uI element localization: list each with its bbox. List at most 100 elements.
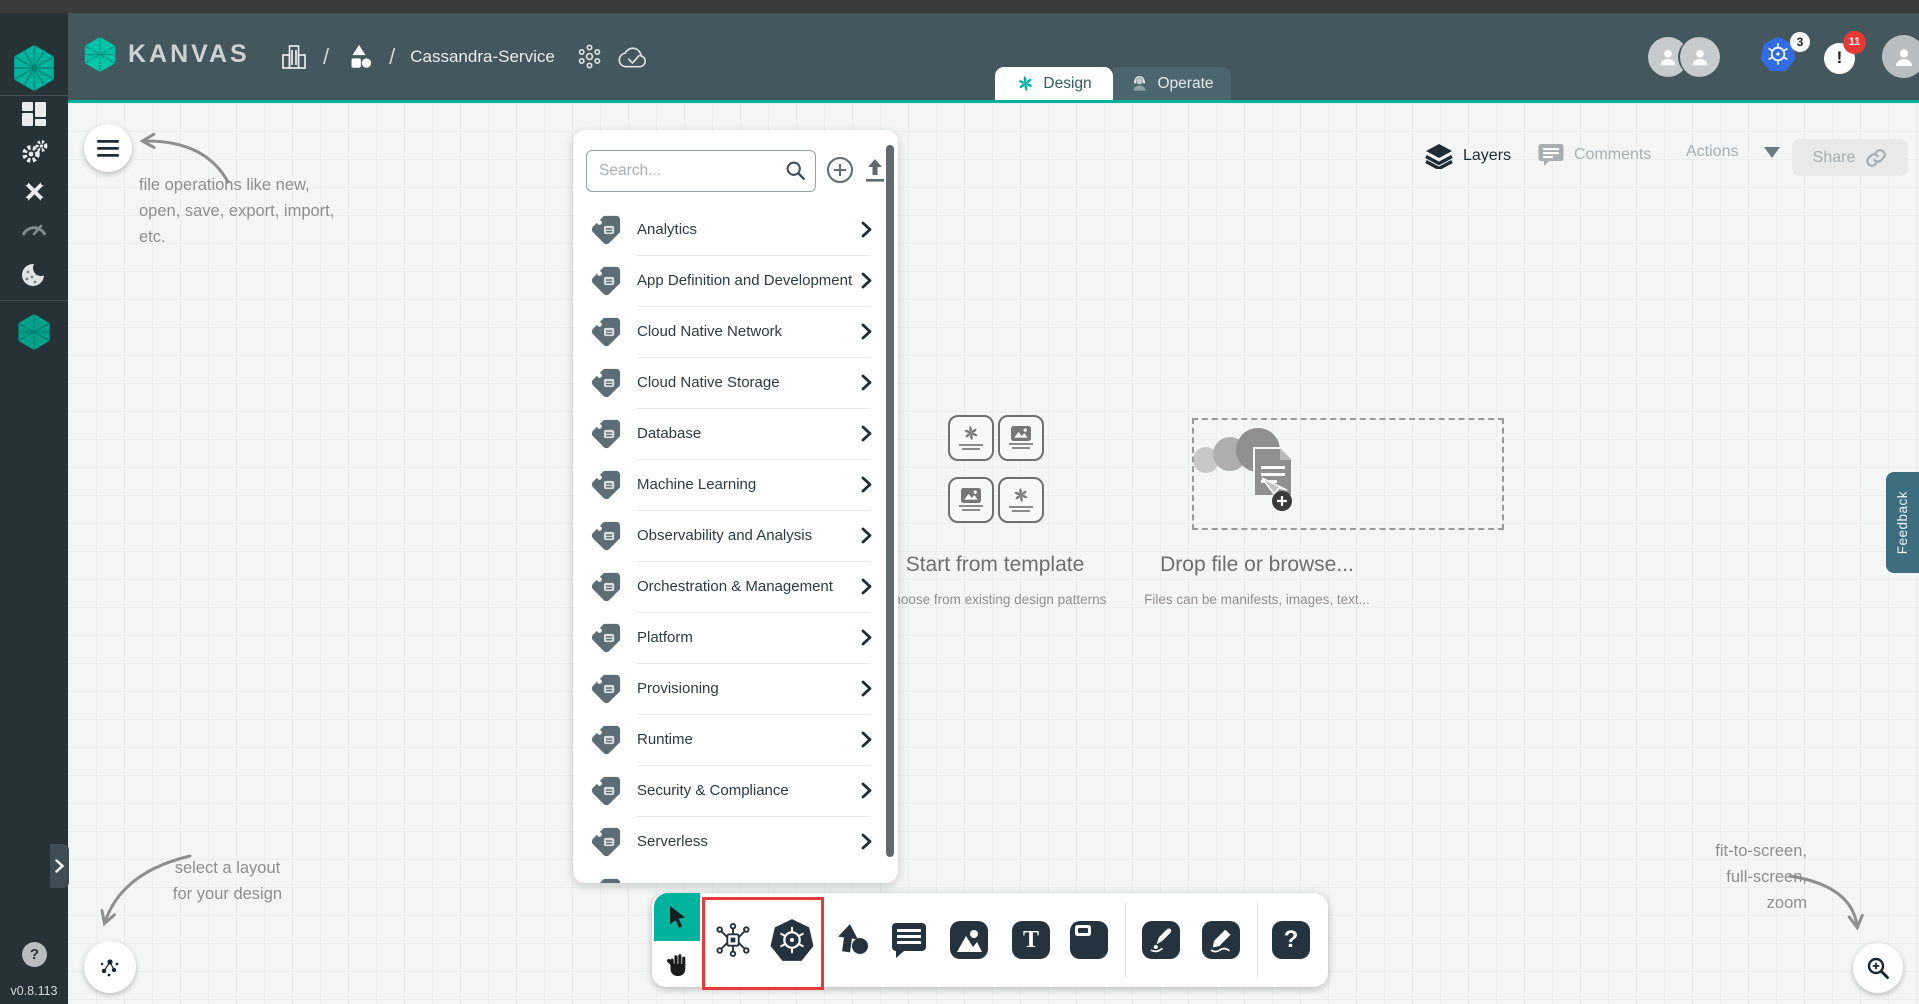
category-label: Cloud Native Network xyxy=(637,323,782,340)
drop-file-zone[interactable] xyxy=(1192,418,1504,530)
category-row[interactable]: Machine Learning xyxy=(573,459,898,510)
collaborator-avatar[interactable] xyxy=(1678,37,1720,77)
category-row[interactable]: Observability and Analysis xyxy=(573,510,898,561)
component-search-panel: Analytics App Definition and Development xyxy=(573,130,898,883)
image-icon xyxy=(1011,426,1031,441)
category-row[interactable]: App Definition and Development xyxy=(573,255,898,306)
category-row[interactable]: Serverless xyxy=(573,816,898,867)
category-row[interactable]: Provisioning xyxy=(573,663,898,714)
template-card-design[interactable] xyxy=(998,477,1044,523)
notification-count-badge: 11 xyxy=(1843,31,1866,54)
comments-toggle[interactable]: Comments xyxy=(1538,143,1651,167)
sidebar-item-performance[interactable] xyxy=(0,218,68,238)
category-label: Platform xyxy=(637,629,693,646)
help-tool[interactable]: ? xyxy=(1272,921,1310,959)
template-card-image[interactable] xyxy=(998,415,1044,461)
search-input[interactable] xyxy=(597,151,781,191)
wrenches-icon xyxy=(21,178,48,205)
link-icon xyxy=(1865,147,1887,169)
comment-tool[interactable] xyxy=(890,921,928,964)
category-label: Security & Compliance xyxy=(637,782,789,799)
sidebar-item-extensions[interactable] xyxy=(0,259,68,289)
notifications-button[interactable]: ! 11 xyxy=(1824,37,1858,77)
share-button[interactable]: Share xyxy=(1792,139,1908,176)
extensions-icon xyxy=(19,259,49,289)
toolbar-divider xyxy=(1125,903,1126,977)
image-icon xyxy=(961,488,981,503)
person-icon xyxy=(1689,46,1711,68)
category-row[interactable]: Database xyxy=(573,408,898,459)
category-row[interactable]: Runtime xyxy=(573,714,898,765)
add-component-icon[interactable] xyxy=(826,156,854,184)
designs-icon[interactable] xyxy=(344,43,374,71)
layout-select-button[interactable] xyxy=(84,941,136,993)
drop-file-title[interactable]: Drop file or browse... xyxy=(1127,553,1387,577)
template-card-image[interactable] xyxy=(948,477,994,523)
collaborator-avatars[interactable] xyxy=(1648,37,1720,77)
tab-design[interactable]: Design xyxy=(995,67,1113,100)
design-pinwheel-icon xyxy=(1016,74,1035,93)
pen-tool[interactable] xyxy=(1142,921,1180,959)
category-row[interactable]: Analytics xyxy=(573,204,898,255)
meshery-logo[interactable] xyxy=(0,45,68,91)
panel-scrollbar[interactable] xyxy=(886,145,894,857)
drop-file-subtitle: Files can be manifests, images, text... xyxy=(1107,592,1407,607)
sidebar-item-kanvas[interactable] xyxy=(0,314,68,350)
zoom-in-icon xyxy=(1866,956,1890,980)
organization-icon[interactable] xyxy=(280,43,308,71)
pan-tool[interactable] xyxy=(654,941,700,987)
drop-file-illustration xyxy=(1194,420,1502,528)
help-glyph: ? xyxy=(30,946,39,963)
start-from-template-title[interactable]: Start from template xyxy=(865,553,1125,577)
zoom-button[interactable] xyxy=(1853,943,1903,993)
chevron-right-icon xyxy=(55,859,64,873)
design-name[interactable]: Cassandra-Service xyxy=(410,47,555,67)
note-tool[interactable] xyxy=(1070,921,1108,959)
chevron-right-icon xyxy=(861,221,872,238)
tab-operate[interactable]: Operate xyxy=(1113,67,1231,100)
category-tag-icon xyxy=(589,263,624,298)
feedback-tab[interactable]: Feedback xyxy=(1886,472,1919,573)
actions-dropdown[interactable]: Actions xyxy=(1686,143,1780,161)
pencil-tool[interactable] xyxy=(1202,921,1240,959)
pencil-icon xyxy=(1208,927,1234,953)
file-menu-button[interactable] xyxy=(84,124,132,172)
user-avatar[interactable] xyxy=(1882,35,1919,78)
shapes-icon xyxy=(834,922,870,958)
shapes-tool[interactable] xyxy=(833,921,871,959)
category-row[interactable]: Platform xyxy=(573,612,898,663)
sidebar-item-lifecycle[interactable] xyxy=(0,139,68,165)
layout-graph-icon xyxy=(98,955,122,979)
cursor-tool[interactable] xyxy=(654,893,700,941)
image-tool[interactable] xyxy=(950,921,988,959)
text-tool[interactable]: T xyxy=(1012,921,1050,959)
category-row[interactable]: Cloud Native Storage xyxy=(573,357,898,408)
text-T-glyph: T xyxy=(1023,928,1039,952)
visibility-nodes-icon[interactable] xyxy=(576,43,603,70)
note-icon xyxy=(1070,921,1108,959)
sidebar-item-configuration[interactable] xyxy=(0,178,68,205)
category-row[interactable]: Orchestration & Management xyxy=(573,561,898,612)
chevron-right-icon xyxy=(861,374,872,391)
category-row[interactable]: Cloud Native Network xyxy=(573,306,898,357)
help-button[interactable]: ? xyxy=(22,942,47,967)
template-card-design[interactable] xyxy=(948,415,994,461)
kanvas-logo-icon xyxy=(84,37,116,72)
sidebar-expand-button[interactable] xyxy=(50,844,69,888)
search-icon xyxy=(785,160,806,181)
upload-icon[interactable] xyxy=(863,157,887,183)
sidebar-item-dashboard[interactable] xyxy=(0,101,68,127)
layers-toggle[interactable]: Layers xyxy=(1425,143,1511,169)
header-right-cluster: 3 ! 11 xyxy=(1648,13,1919,100)
category-label: Database xyxy=(637,425,701,442)
operator-headset-icon xyxy=(1130,74,1149,93)
gauge-icon xyxy=(20,218,48,238)
category-row[interactable]: Security & Compliance xyxy=(573,765,898,816)
kanvas-brand[interactable]: KANVAS xyxy=(84,37,250,72)
chevron-right-icon xyxy=(861,731,872,748)
search-box[interactable] xyxy=(586,150,816,192)
kubernetes-context[interactable]: 3 xyxy=(1760,36,1806,78)
category-tag-icon xyxy=(589,722,624,757)
category-label: Machine Learning xyxy=(637,476,756,493)
zoom-annotation: fit-to-screen, full-screen, zoom xyxy=(1650,838,1807,916)
